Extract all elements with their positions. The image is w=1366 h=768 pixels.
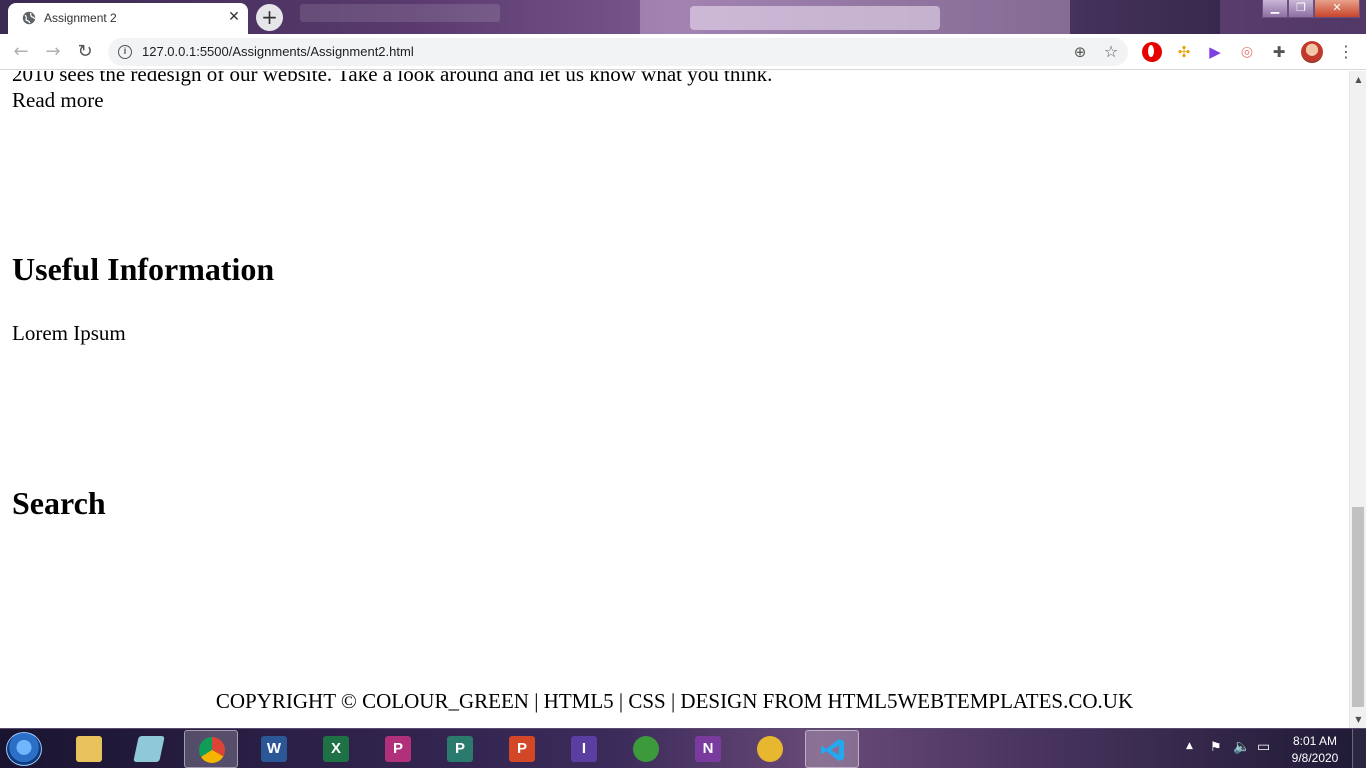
notepad-icon (133, 736, 165, 762)
tab-title: Assignment 2 (44, 11, 117, 25)
read-more-link[interactable]: Read more (12, 88, 104, 112)
taskbar-publisher[interactable]: P (433, 730, 487, 768)
tab-assignment-2[interactable]: Assignment 2 ✕ (8, 3, 248, 34)
globe-icon (22, 11, 36, 25)
word-icon: W (261, 736, 287, 762)
taskbar-sync[interactable] (619, 730, 673, 768)
show-desktop-button[interactable] (1352, 729, 1366, 768)
windows-taskbar: W X P P P I N ▲ ⚑ 🔈 ▭ 8:01 AM 9/8/2020 (0, 728, 1366, 768)
useful-information-heading: Useful Information (12, 251, 275, 287)
arrow-right-icon[interactable]: → (41, 40, 65, 64)
avatar-icon[interactable] (1301, 41, 1323, 63)
taskbar-chrome[interactable] (184, 730, 238, 768)
opera-icon[interactable] (1142, 42, 1162, 62)
zoom-icon[interactable]: ⊕ (1070, 42, 1090, 62)
clock-date[interactable]: 9/8/2020 (1280, 751, 1350, 765)
background-blur (690, 6, 940, 30)
reload-icon[interactable]: ↻ (73, 40, 97, 64)
close-window-button[interactable]: ✕ (1314, 0, 1360, 18)
vertical-scrollbar[interactable]: ▲ ▼ (1349, 71, 1366, 728)
taskbar-infopath[interactable]: I (557, 730, 611, 768)
taskbar-notepad-plus[interactable] (122, 730, 176, 768)
taskbar-powerpoint[interactable]: P (495, 730, 549, 768)
taskbar-onenote[interactable]: N (681, 730, 735, 768)
folder-icon (76, 736, 102, 762)
star-icon[interactable]: ☆ (1101, 42, 1121, 62)
excel-icon: X (323, 736, 349, 762)
network-icon[interactable]: ▭ (1257, 739, 1270, 755)
puzzle-icon[interactable]: ✚ (1269, 42, 1289, 62)
arrow-left-icon[interactable]: ← (9, 40, 33, 64)
chrome-icon (199, 737, 225, 763)
taskbar-vscode[interactable] (805, 730, 859, 768)
outlook-icon (757, 736, 783, 762)
powerpoint-alt-icon: P (385, 736, 411, 762)
infopath-icon: I (571, 736, 597, 762)
vscode-icon (821, 739, 844, 761)
onenote-icon: N (695, 736, 721, 762)
lorem-text: Lorem Ipsum (12, 321, 126, 345)
scroll-up-icon[interactable]: ▲ (1350, 71, 1366, 88)
tray-expand-icon[interactable]: ▲ (1186, 741, 1193, 751)
search-heading: Search (12, 485, 106, 521)
pinwheel-icon[interactable]: ✣ (1174, 42, 1194, 62)
maximize-button[interactable]: ❐ (1288, 0, 1314, 18)
footer-copyright: COPYRIGHT © COLOUR_GREEN | HTML5 | CSS |… (215, 689, 1134, 713)
url-text[interactable]: 127.0.0.1:5500/Assignments/Assignment2.h… (142, 44, 414, 59)
taskbar-outlook[interactable] (743, 730, 797, 768)
minimize-button[interactable]: ▁ (1262, 0, 1288, 18)
taskbar-word[interactable]: W (247, 730, 301, 768)
background-blur (300, 4, 500, 22)
browser-toolbar: ← → ↻ i 127.0.0.1:5500/Assignments/Assig… (0, 34, 1366, 70)
play-icon[interactable]: ▶ (1205, 42, 1225, 62)
new-tab-button[interactable]: + (256, 4, 283, 31)
taskbar-file-explorer[interactable] (62, 730, 116, 768)
taskbar-excel[interactable]: X (309, 730, 363, 768)
menu-dots-icon[interactable]: ⋮ (1338, 42, 1354, 62)
page-viewport: 2010 sees the redesign of our website. T… (0, 71, 1349, 728)
start-button[interactable] (6, 732, 42, 766)
info-icon[interactable]: i (118, 45, 132, 59)
intro-paragraph: 2010 sees the redesign of our website. T… (12, 71, 773, 86)
clock-time[interactable]: 8:01 AM (1280, 734, 1350, 748)
taskbar-powerpoint-alt[interactable]: P (371, 730, 425, 768)
sync-icon (633, 736, 659, 762)
volume-icon[interactable]: 🔈 (1233, 739, 1250, 755)
cast-icon[interactable]: ◎ (1237, 42, 1257, 62)
tab-strip: Assignment 2 ✕ + ▁ ❐ ✕ (0, 0, 1366, 34)
scrollbar-thumb[interactable] (1352, 507, 1364, 707)
publisher-icon: P (447, 736, 473, 762)
close-tab-icon[interactable]: ✕ (226, 9, 242, 25)
address-bar[interactable]: i 127.0.0.1:5500/Assignments/Assignment2… (108, 38, 1128, 66)
powerpoint-icon: P (509, 736, 535, 762)
scroll-down-icon[interactable]: ▼ (1350, 711, 1366, 728)
action-center-flag-icon[interactable]: ⚑ (1210, 740, 1222, 755)
